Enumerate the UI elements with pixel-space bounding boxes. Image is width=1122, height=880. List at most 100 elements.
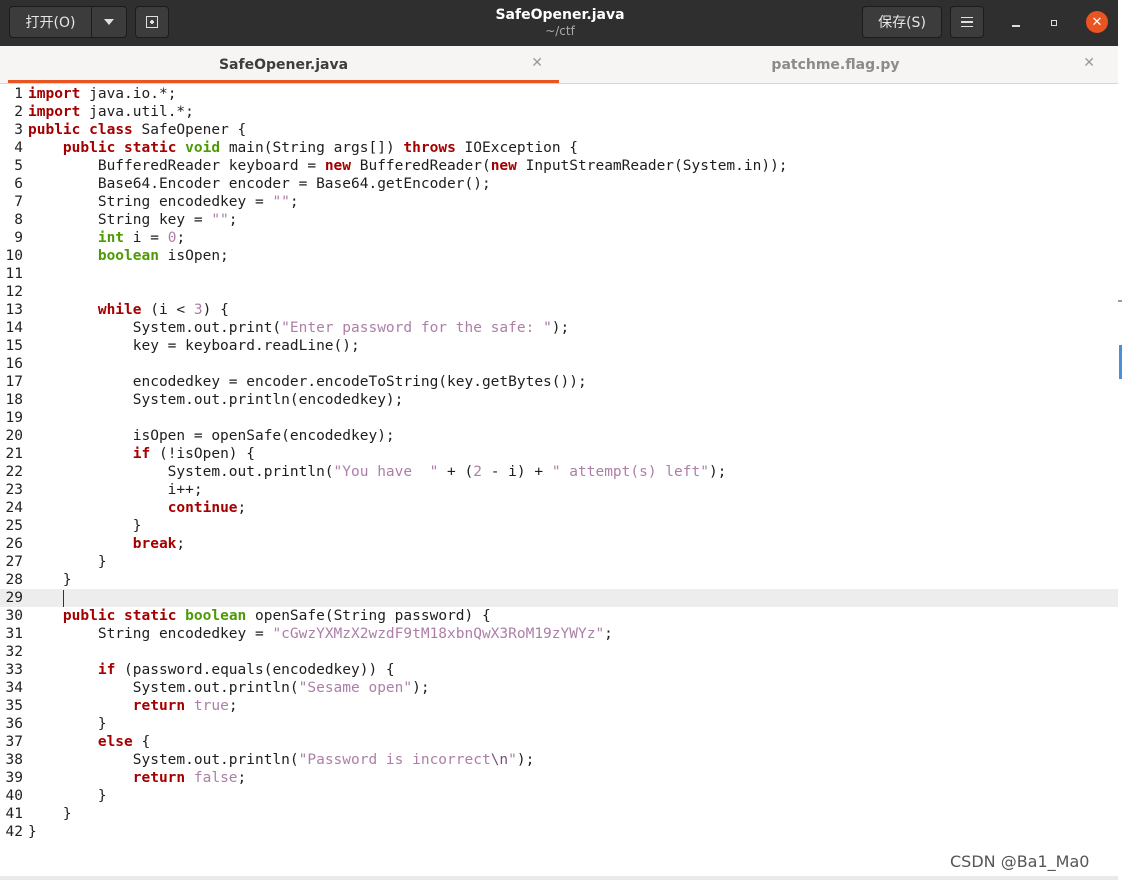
code-line[interactable]: 18 System.out.println(encodedkey); bbox=[0, 391, 1118, 409]
save-button[interactable]: 保存(S) bbox=[862, 6, 942, 38]
code-text: return false; bbox=[28, 769, 247, 787]
code-token: if bbox=[132, 446, 151, 462]
code-line[interactable]: 13 while (i < 3) { bbox=[0, 301, 1118, 319]
code-token: new bbox=[324, 158, 352, 174]
code-line[interactable]: 22 System.out.println("You have " + (2 -… bbox=[0, 463, 1118, 481]
code-text: if (!isOpen) { bbox=[28, 445, 255, 463]
code-line[interactable]: 42} bbox=[0, 823, 1118, 841]
code-line[interactable]: 7 String encodedkey = ""; bbox=[0, 193, 1118, 211]
code-line[interactable]: 14 System.out.print("Enter password for … bbox=[0, 319, 1118, 337]
code-line[interactable]: 29 bbox=[0, 589, 1118, 607]
code-line[interactable]: 17 encodedkey = encoder.encodeToString(k… bbox=[0, 373, 1118, 391]
code-text: import java.io.*; bbox=[28, 85, 176, 103]
code-line[interactable]: 21 if (!isOpen) { bbox=[0, 445, 1118, 463]
code-token: ); bbox=[708, 464, 727, 480]
line-number: 39 bbox=[5, 770, 23, 786]
code-token: ; bbox=[176, 536, 186, 552]
code-token: ; bbox=[228, 212, 238, 228]
line-number: 8 bbox=[14, 212, 23, 228]
maximize-icon bbox=[1051, 20, 1057, 26]
minimize-button[interactable] bbox=[1007, 14, 1025, 32]
tab-safeopener-java[interactable]: SafeOpener.java ✕ bbox=[8, 46, 559, 83]
code-line[interactable]: 3 public class SafeOpener { bbox=[0, 121, 1118, 139]
code-line[interactable]: 24 continue; bbox=[0, 499, 1118, 517]
code-editor[interactable]: 1 import java.io.*; 2 import java.util.*; 3 p… bbox=[0, 84, 1118, 876]
code-line[interactable]: 33 if (password.equals(encodedkey)) { bbox=[0, 661, 1118, 679]
code-token: ); bbox=[516, 752, 535, 768]
code-text: } bbox=[28, 805, 72, 823]
code-text: public static void main(String args[]) t… bbox=[28, 139, 578, 157]
open-button[interactable]: 打开(O) bbox=[9, 6, 92, 38]
code-line[interactable]: 27 } bbox=[0, 553, 1118, 571]
code-line[interactable]: 2 import java.util.*; bbox=[0, 103, 1118, 121]
line-number: 34 bbox=[5, 680, 23, 696]
code-line[interactable]: 23 i++; bbox=[0, 481, 1118, 499]
menu-button[interactable] bbox=[950, 6, 984, 38]
code-text: String encodedkey = ""; bbox=[28, 193, 299, 211]
open-dropdown-button[interactable] bbox=[92, 6, 127, 38]
code-line[interactable]: 31 String encodedkey = "cGwzYXMzX2wzdF9t… bbox=[0, 625, 1118, 643]
code-token: if bbox=[97, 662, 116, 678]
code-token: new bbox=[490, 158, 517, 174]
background-window-edge bbox=[1118, 300, 1122, 302]
line-number: 7 bbox=[14, 194, 23, 210]
code-token: System.out.print( bbox=[28, 320, 282, 336]
code-line[interactable]: 6 Base64.Encoder encoder = Base64.getEnc… bbox=[0, 175, 1118, 193]
bottom-border bbox=[0, 876, 1118, 880]
watermark: CSDN @Ba1_Ma0 bbox=[950, 852, 1090, 871]
line-number: 18 bbox=[5, 392, 23, 408]
code-line[interactable]: 5 BufferedReader keyboard = new Buffered… bbox=[0, 157, 1118, 175]
code-line[interactable]: 11 bbox=[0, 265, 1118, 283]
code-line[interactable]: 30 public static boolean openSafe(String… bbox=[0, 607, 1118, 625]
line-number: 21 bbox=[5, 446, 23, 462]
line-number: 19 bbox=[5, 410, 23, 426]
code-token: } bbox=[28, 572, 72, 588]
code-line[interactable]: 15 key = keyboard.readLine(); bbox=[0, 337, 1118, 355]
code-line[interactable]: 12 bbox=[0, 283, 1118, 301]
code-line[interactable]: 26 break; bbox=[0, 535, 1118, 553]
window-close-button[interactable]: ✕ bbox=[1086, 11, 1108, 33]
new-tab-button[interactable] bbox=[135, 6, 169, 38]
code-line[interactable]: 16 bbox=[0, 355, 1118, 373]
line-number: 5 bbox=[14, 158, 23, 174]
code-line[interactable]: 37 else { bbox=[0, 733, 1118, 751]
code-line[interactable]: 9 int i = 0; bbox=[0, 229, 1118, 247]
code-token: (i < bbox=[141, 302, 194, 318]
header-bar: 打开(O) SafeOpener.java ~/ctf 保存(S) ✕ bbox=[0, 0, 1118, 46]
code-line[interactable]: 25 } bbox=[0, 517, 1118, 535]
code-token: IOException { bbox=[455, 140, 579, 156]
close-icon[interactable]: ✕ bbox=[531, 55, 543, 71]
code-line[interactable]: 32 bbox=[0, 643, 1118, 661]
code-line[interactable]: 36 } bbox=[0, 715, 1118, 733]
code-line[interactable]: 4 public static void main(String args[])… bbox=[0, 139, 1118, 157]
code-line[interactable]: 34 System.out.println("Sesame open"); bbox=[0, 679, 1118, 697]
code-line[interactable]: 39 return false; bbox=[0, 769, 1118, 787]
code-token: class bbox=[89, 122, 133, 138]
code-line[interactable]: 20 isOpen = openSafe(encodedkey); bbox=[0, 427, 1118, 445]
code-line[interactable]: 19 bbox=[0, 409, 1118, 427]
code-line[interactable]: 8 String key = ""; bbox=[0, 211, 1118, 229]
code-line[interactable]: 41 } bbox=[0, 805, 1118, 823]
code-token: String encodedkey = bbox=[28, 194, 273, 210]
code-line[interactable]: 38 System.out.println("Password is incor… bbox=[0, 751, 1118, 769]
code-line[interactable]: 35 return true; bbox=[0, 697, 1118, 715]
code-token: "You have " bbox=[333, 464, 439, 480]
code-token: ; bbox=[176, 230, 186, 246]
maximize-button[interactable] bbox=[1045, 14, 1063, 32]
close-icon[interactable]: ✕ bbox=[1083, 55, 1095, 71]
tab-patchme-flag-py[interactable]: patchme.flag.py ✕ bbox=[560, 46, 1111, 83]
code-line[interactable]: 10 boolean isOpen; bbox=[0, 247, 1118, 265]
line-number: 25 bbox=[5, 518, 23, 534]
code-line[interactable]: 1 import java.io.*; bbox=[0, 85, 1118, 103]
code-token: main(String args[]) bbox=[220, 140, 404, 156]
code-line[interactable]: 28 } bbox=[0, 571, 1118, 589]
code-line[interactable]: 40 } bbox=[0, 787, 1118, 805]
code-token: (password.equals(encodedkey)) { bbox=[115, 662, 395, 678]
window-title-filename: SafeOpener.java bbox=[495, 7, 625, 23]
code-token: 2 bbox=[473, 464, 482, 480]
code-text: import java.util.*; bbox=[28, 103, 194, 121]
code-text: } bbox=[28, 571, 72, 589]
